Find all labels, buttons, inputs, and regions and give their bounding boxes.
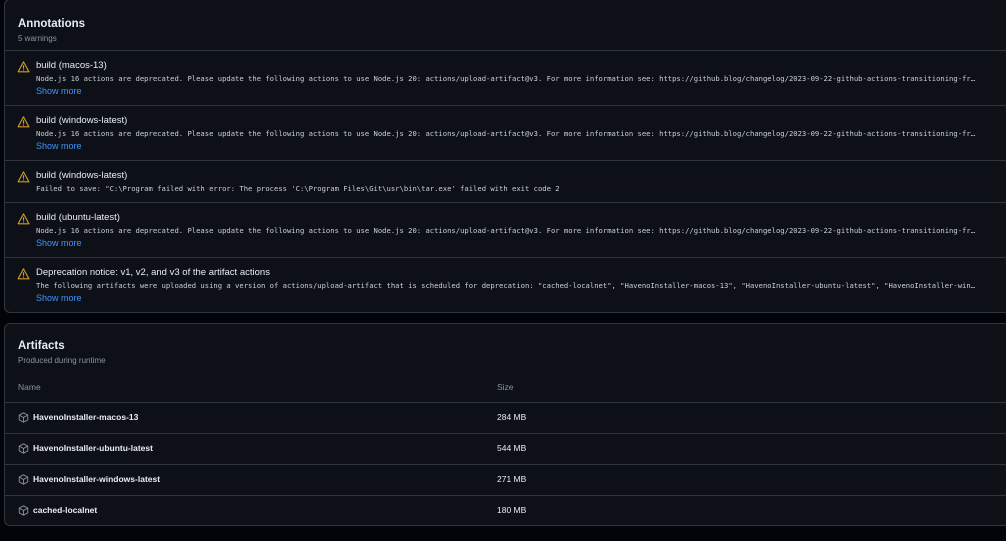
package-icon — [18, 474, 29, 485]
artifact-row[interactable]: cached-localnet 180 MB — [5, 495, 1006, 525]
annotation-title: Deprecation notice: v1, v2, and v3 of th… — [36, 267, 270, 278]
annotation-item: build (windows-latest) Node.js 16 action… — [5, 105, 1006, 161]
annotation-message: Node.js 16 actions are deprecated. Pleas… — [36, 226, 979, 235]
annotations-count: 5 warnings — [18, 34, 57, 43]
annotation-title: build (windows-latest) — [36, 170, 128, 181]
column-header-name: Name — [18, 382, 41, 392]
artifacts-panel: Artifacts Produced during runtime Name S… — [4, 323, 1006, 526]
warning-icon — [17, 61, 30, 73]
show-more-link[interactable]: Show more — [36, 238, 82, 248]
package-icon — [18, 443, 29, 454]
artifacts-subtitle: Produced during runtime — [18, 356, 106, 365]
annotation-message: The following artifacts were uploaded us… — [36, 281, 979, 290]
show-more-link[interactable]: Show more — [36, 86, 82, 96]
warning-icon — [17, 213, 30, 225]
annotation-item: build (ubuntu-latest) Node.js 16 actions… — [5, 202, 1006, 258]
artifact-name-link[interactable]: HavenoInstaller-macos-13 — [33, 412, 138, 422]
show-more-link[interactable]: Show more — [36, 293, 82, 303]
artifact-row[interactable]: HavenoInstaller-ubuntu-latest 544 MB — [5, 433, 1006, 465]
annotation-message: Node.js 16 actions are deprecated. Pleas… — [36, 74, 979, 83]
artifact-size: 180 MB — [497, 505, 527, 515]
annotation-item: build (windows-latest) Failed to save: "… — [5, 160, 1006, 203]
annotation-item: build (macos-13) Node.js 16 actions are … — [5, 50, 1006, 106]
annotation-title: build (windows-latest) — [36, 115, 128, 126]
artifact-name-link[interactable]: cached-localnet — [33, 505, 97, 515]
column-header-size: Size — [497, 382, 514, 392]
warning-icon — [17, 116, 30, 128]
annotations-title: Annotations — [18, 18, 86, 30]
warning-icon — [17, 171, 30, 183]
artifact-row[interactable]: HavenoInstaller-macos-13 284 MB — [5, 402, 1006, 434]
annotation-title: build (macos-13) — [36, 60, 107, 71]
package-icon — [18, 505, 29, 516]
artifact-size: 284 MB — [497, 412, 527, 422]
artifact-row[interactable]: HavenoInstaller-windows-latest 271 MB — [5, 464, 1006, 496]
warning-icon — [17, 268, 30, 280]
annotation-title: build (ubuntu-latest) — [36, 212, 120, 223]
annotation-message: Failed to save: "C:\Program failed with … — [36, 184, 560, 193]
package-icon — [18, 412, 29, 423]
artifact-size: 544 MB — [497, 443, 527, 453]
artifact-name-link[interactable]: HavenoInstaller-ubuntu-latest — [33, 443, 153, 453]
annotations-panel: Annotations 5 warnings build (macos-13) … — [4, 0, 1006, 313]
show-more-link[interactable]: Show more — [36, 141, 82, 151]
artifacts-title: Artifacts — [18, 340, 65, 352]
artifact-name-link[interactable]: HavenoInstaller-windows-latest — [33, 474, 160, 484]
annotation-message: Node.js 16 actions are deprecated. Pleas… — [36, 129, 979, 138]
annotation-item: Deprecation notice: v1, v2, and v3 of th… — [5, 257, 1006, 312]
artifact-size: 271 MB — [497, 474, 527, 484]
